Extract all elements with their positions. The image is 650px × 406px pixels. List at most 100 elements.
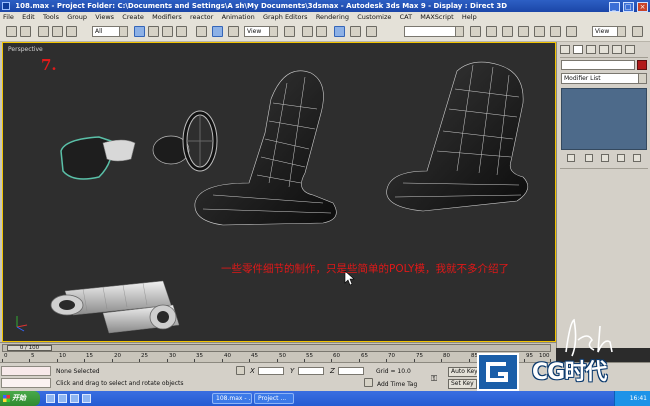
- time-tag-icon[interactable]: [364, 378, 373, 387]
- quick-launch-icon[interactable]: [82, 394, 91, 403]
- render-scene-icon[interactable]: [566, 26, 577, 37]
- unlink-icon[interactable]: [52, 26, 63, 37]
- mirror-model: [60, 136, 136, 180]
- select-and-move-icon[interactable]: [196, 26, 207, 37]
- reference-coordinate-dropdown[interactable]: View: [244, 26, 278, 37]
- app-icon[interactable]: [2, 2, 10, 10]
- window-crossing-icon[interactable]: [176, 26, 187, 37]
- snaps-toggle-icon[interactable]: [302, 26, 313, 37]
- menu-animation[interactable]: Animation: [219, 12, 258, 22]
- modifier-stack[interactable]: [561, 88, 647, 150]
- steering-wheel-model: [152, 110, 218, 172]
- set-key-button[interactable]: Set Key: [448, 379, 477, 389]
- show-end-result-icon[interactable]: [585, 154, 593, 162]
- percent-snap-icon[interactable]: [334, 26, 345, 37]
- pivot-center-icon[interactable]: [284, 26, 295, 37]
- modify-tab-icon[interactable]: [573, 45, 583, 54]
- maxscript-listener-input[interactable]: [1, 366, 51, 376]
- curve-editor-icon[interactable]: [518, 26, 529, 37]
- perspective-viewport[interactable]: Perspective 7. 一些零件细节的制作，只是些简单的POLY模，我就不…: [2, 42, 556, 342]
- start-button[interactable]: 开始: [0, 391, 40, 406]
- ruler-tick-label: 55: [306, 353, 313, 359]
- z-coordinate-field[interactable]: [338, 367, 364, 375]
- menu-tools[interactable]: Tools: [40, 12, 62, 22]
- menu-reactor[interactable]: reactor: [187, 12, 216, 22]
- reference-coordinate-value: View: [247, 28, 262, 35]
- add-time-tag[interactable]: Add Time Tag: [377, 381, 417, 388]
- mirror-icon[interactable]: [470, 26, 481, 37]
- exhaust-pipes-model: [50, 280, 180, 334]
- remove-modifier-icon[interactable]: [617, 154, 625, 162]
- minimize-button[interactable]: _: [608, 2, 620, 12]
- menu-create[interactable]: Create: [119, 12, 147, 22]
- select-by-name-icon[interactable]: [148, 26, 159, 37]
- motion-tab-icon[interactable]: [599, 45, 609, 54]
- layer-manager-icon[interactable]: [502, 26, 513, 37]
- object-color-swatch[interactable]: [637, 60, 647, 70]
- hierarchy-tab-icon[interactable]: [586, 45, 596, 54]
- key-icon[interactable]: ⚿: [431, 374, 437, 384]
- ruler-tick-label: 0: [4, 353, 8, 359]
- taskbar-item-3dsmax[interactable]: 108.max - ...: [212, 393, 252, 404]
- selection-filter-dropdown[interactable]: All: [92, 26, 128, 37]
- schematic-view-icon[interactable]: [534, 26, 545, 37]
- angle-snap-icon[interactable]: [316, 26, 327, 37]
- ruler-tick-label: 40: [224, 353, 231, 359]
- pin-stack-icon[interactable]: [567, 154, 575, 162]
- menu-graph-editors[interactable]: Graph Editors: [260, 12, 311, 22]
- auto-key-button[interactable]: Auto Key: [448, 367, 481, 377]
- time-slider-thumb[interactable]: 0 / 100: [7, 345, 52, 351]
- redo-icon[interactable]: [20, 26, 31, 37]
- named-selection-dropdown[interactable]: [404, 26, 464, 37]
- close-button[interactable]: ×: [637, 2, 648, 12]
- menu-cat[interactable]: CAT: [397, 12, 415, 22]
- frame-ruler[interactable]: 0 5 10 15 20 25 30 35 40 45 50 55 60 65 70 75 80 85 90 95 10…: [2, 353, 551, 362]
- align-icon[interactable]: [486, 26, 497, 37]
- select-and-rotate-icon[interactable]: [212, 26, 223, 37]
- make-unique-icon[interactable]: [601, 154, 609, 162]
- quick-launch-icon[interactable]: [46, 394, 55, 403]
- menu-customize[interactable]: Customize: [354, 12, 394, 22]
- chevron-down-icon: [638, 74, 646, 83]
- ruler-tick-label: 35: [196, 353, 203, 359]
- object-name-field[interactable]: [561, 60, 635, 70]
- menu-maxscript[interactable]: MAXScript: [417, 12, 456, 22]
- lock-selection-icon[interactable]: [236, 366, 245, 375]
- menu-file[interactable]: File: [0, 12, 17, 22]
- menu-rendering[interactable]: Rendering: [313, 12, 352, 22]
- y-coordinate-field[interactable]: [298, 367, 324, 375]
- create-tab-icon[interactable]: [560, 45, 570, 54]
- named-selection-sets-icon[interactable]: [366, 26, 377, 37]
- clock[interactable]: 16:41: [630, 395, 647, 402]
- maximize-button[interactable]: □: [622, 2, 634, 12]
- menu-modifiers[interactable]: Modifiers: [149, 12, 185, 22]
- menu-views[interactable]: Views: [92, 12, 117, 22]
- menu-edit[interactable]: Edit: [19, 12, 38, 22]
- select-and-scale-icon[interactable]: [228, 26, 239, 37]
- time-slider[interactable]: 0 / 100: [2, 344, 551, 352]
- display-tab-icon[interactable]: [612, 45, 622, 54]
- material-editor-icon[interactable]: [550, 26, 561, 37]
- spinner-snap-icon[interactable]: [350, 26, 361, 37]
- quick-render-icon[interactable]: [632, 26, 643, 37]
- menu-group[interactable]: Group: [64, 12, 90, 22]
- maxscript-listener-output[interactable]: [1, 378, 51, 388]
- quick-launch-icon[interactable]: [70, 394, 79, 403]
- undo-icon[interactable]: [6, 26, 17, 37]
- taskbar-item-project[interactable]: Project ...: [254, 393, 294, 404]
- axis-tripod-icon: [16, 316, 28, 332]
- x-coordinate-field[interactable]: [258, 367, 284, 375]
- menu-help[interactable]: Help: [459, 12, 480, 22]
- quick-launch-icon[interactable]: [58, 394, 67, 403]
- viewport-label[interactable]: Perspective: [8, 46, 43, 53]
- bind-space-warp-icon[interactable]: [66, 26, 77, 37]
- select-and-link-icon[interactable]: [38, 26, 49, 37]
- modifier-list-dropdown[interactable]: Modifier List: [561, 73, 647, 84]
- utilities-tab-icon[interactable]: [625, 45, 635, 54]
- select-object-icon[interactable]: [134, 26, 145, 37]
- configure-modifier-sets-icon[interactable]: [633, 154, 641, 162]
- rectangular-selection-icon[interactable]: [162, 26, 173, 37]
- ruler-tick-label: 10: [59, 353, 66, 359]
- render-type-dropdown[interactable]: View: [592, 26, 626, 37]
- timeline: 0 / 100 0 5 10 15 20 25 30 35 40 45 50 55 60 65 70 75 80…: [0, 342, 556, 362]
